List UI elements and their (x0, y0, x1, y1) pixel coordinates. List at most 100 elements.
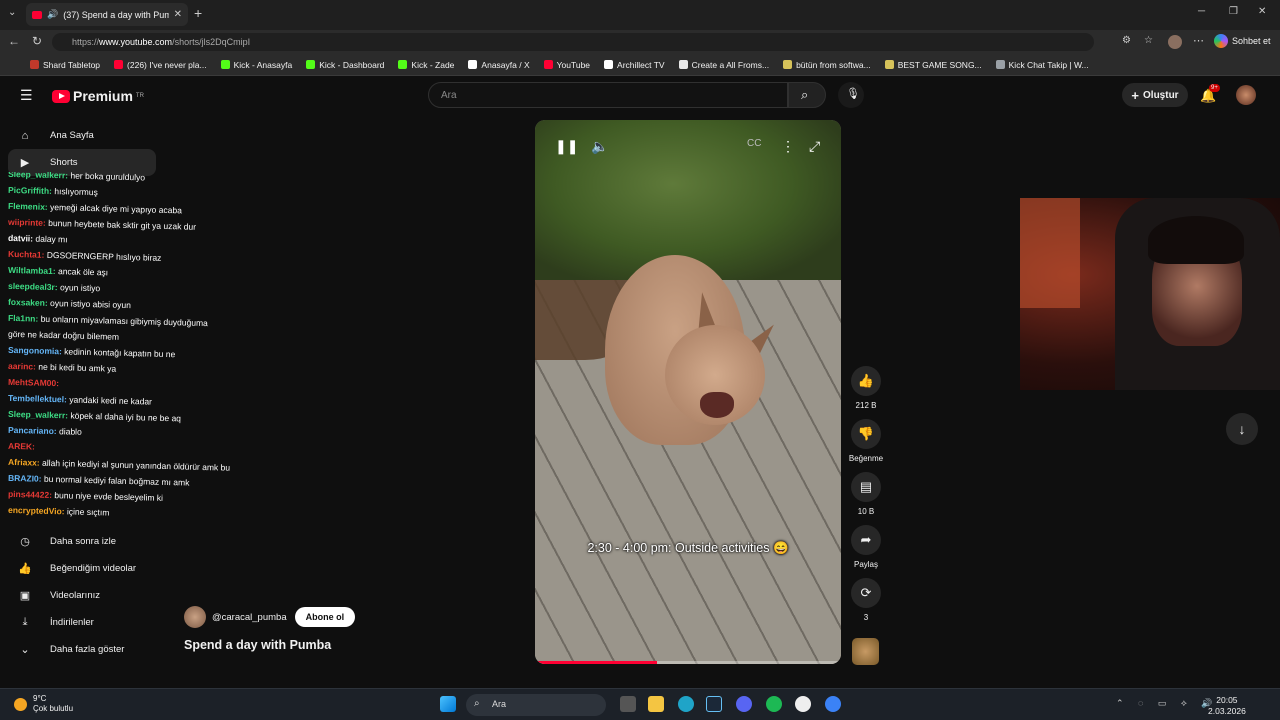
subscribe-button[interactable]: Abone ol (294, 607, 356, 627)
channel-name[interactable]: @caracal_pumba (212, 612, 287, 623)
bookmark-label: Create a All Froms... (691, 59, 770, 70)
chat-username: Sangonomia: (8, 344, 63, 357)
next-video-button[interactable]: ↓ (1226, 413, 1258, 445)
hamburger-menu-icon[interactable]: ☰ (20, 87, 33, 104)
tray-icons[interactable]: ⌃ ◌ ▭ ⟡ 🔊 (1116, 698, 1219, 709)
comments-action[interactable]: ▤ 10 B (846, 472, 886, 516)
weather-widget[interactable]: 9°C Çok bulutlu (14, 694, 73, 714)
video-progress-bar[interactable] (535, 661, 841, 664)
youtube-logo[interactable]: Premium TR (52, 88, 144, 104)
search-button[interactable]: ⌕ (788, 82, 826, 108)
bookmark-item[interactable]: Kick - Zade (398, 60, 454, 70)
profile-avatar[interactable] (1168, 35, 1182, 49)
remix-action[interactable]: ⟳ 3 (846, 578, 886, 622)
chat-message: göre ne kadar doğru bilemem (8, 329, 248, 346)
caracal-mouth (700, 392, 734, 418)
close-window-icon[interactable]: ✕ (1258, 6, 1266, 17)
pause-icon[interactable]: ❚❚ (555, 138, 578, 155)
fullscreen-icon[interactable]: ⤢ (809, 138, 820, 155)
steam-icon[interactable] (706, 696, 722, 712)
maximize-icon[interactable]: ❐ (1229, 6, 1238, 17)
browser-tab-active[interactable]: 🔊 (37) Spend a day with Pumba ✕ (26, 3, 188, 26)
copilot-button[interactable]: Sohbet et (1214, 34, 1271, 48)
chat-username: Sleep_walkerr: (8, 408, 69, 421)
new-tab-icon[interactable]: + (194, 5, 202, 21)
back-icon[interactable]: ← (8, 34, 20, 48)
sidebar-item-liked[interactable]: 👍 Beğendiğim videolar (8, 555, 156, 582)
dislike-action[interactable]: 👎 Beğenme (846, 419, 886, 463)
bookmark-item[interactable]: Kick Chat Takip | W... (995, 60, 1089, 70)
chat-message: encryptedVio: içine sıçtım (8, 505, 248, 522)
chat-text: bu onların miyavlaması gibiymiş duyduğum… (40, 313, 208, 329)
arrow-down-icon: ↓ (1238, 421, 1246, 437)
bookmark-item[interactable]: BEST GAME SONG... (884, 60, 982, 70)
chat-username: Pancariano: (8, 424, 57, 437)
extensions-icon[interactable]: ⚙ (1122, 35, 1131, 46)
like-action[interactable]: 👍 212 B (846, 366, 886, 410)
chat-text: içine sıçtım (66, 506, 110, 518)
chat-text: bunun heybete bak sktir git ya uzak dur (48, 217, 197, 232)
chat-username: sleepdeal3r: (8, 280, 58, 293)
notifications-button[interactable]: 🔔 9+ (1200, 84, 1220, 105)
bookmark-item[interactable]: YouTube (543, 60, 590, 70)
bookmark-item[interactable]: Archillect TV (604, 60, 665, 70)
close-tab-icon[interactable]: ✕ (174, 9, 182, 20)
tab-title: (37) Spend a day with Pumba (63, 9, 169, 20)
speaker-icon[interactable]: 🔊 (47, 9, 58, 20)
tab-actions-icon[interactable]: ⌄ (8, 7, 16, 18)
more-options-icon[interactable]: ⋮ (781, 138, 795, 155)
minimize-icon[interactable]: ─ (1198, 6, 1205, 17)
account-avatar[interactable] (1236, 85, 1256, 105)
chat-text: yandaki kedi ne kadar (69, 394, 153, 407)
sidebar-item-show-more[interactable]: ⌄ Daha fazla göster (8, 636, 156, 663)
task-view-icon[interactable] (620, 696, 636, 712)
voice-search-button[interactable]: 🎙 (838, 82, 864, 108)
spotify-icon[interactable] (766, 696, 782, 712)
bookmark-item[interactable]: Kick - Dashboard (306, 60, 384, 70)
start-icon[interactable] (440, 696, 456, 712)
bookmark-item[interactable]: Kick - Anasayfa (220, 60, 292, 70)
system-clock[interactable]: 20:05 2.03.2026 (1208, 695, 1246, 717)
sidebar-item-label: Daha fazla göster (50, 644, 125, 655)
url-field[interactable]: https://www.youtube.com/shorts/jls2DqCmi… (52, 33, 1094, 51)
share-icon: ➦ (851, 525, 881, 555)
sidebar-item-watch-later[interactable]: ◷ Daha sonra izle (8, 528, 156, 555)
share-action[interactable]: ➦ Paylaş (846, 525, 886, 569)
unreal-icon[interactable] (795, 696, 811, 712)
bookmark-favicon-icon (220, 60, 230, 69)
volume-icon[interactable]: 🔈 (591, 138, 608, 155)
bookmark-item[interactable]: bütün from softwa... (783, 60, 871, 70)
chat-text: bu normal kediyi falan boğmaz mı amk (43, 473, 190, 488)
chat-message: PicGriffith: hıslıyormuş (8, 185, 248, 202)
file-explorer-icon[interactable] (648, 696, 664, 712)
copilot-icon (1214, 34, 1228, 48)
edge-icon[interactable] (678, 696, 694, 712)
bookmark-item[interactable]: Shard Tabletop (30, 60, 100, 70)
menu-dots-icon[interactable]: ⋯ (1193, 34, 1204, 47)
bookmark-item[interactable]: Create a All Froms... (678, 59, 770, 70)
create-button[interactable]: + Oluştur (1122, 83, 1188, 107)
discord-icon[interactable] (736, 696, 752, 712)
chat-username: Flemenix: (8, 200, 48, 212)
sound-thumbnail[interactable] (852, 638, 879, 665)
chat-username: AREK: (8, 440, 36, 452)
bookmark-label: Shard Tabletop (43, 59, 101, 70)
sidebar-item-downloads[interactable]: ⤓ İndirilenler (8, 609, 156, 636)
sidebar-item-your-videos[interactable]: ▣ Videolarınız (8, 582, 156, 609)
reload-icon[interactable]: ↻ (32, 34, 42, 48)
shorts-video-player[interactable]: ❚❚ 🔈 CC ⋮ ⤢ 2:30 - 4:00 pm: Outside acti… (535, 120, 841, 664)
logo-text: Premium (73, 88, 133, 104)
bookmark-item[interactable]: Anasayfa / X (468, 60, 530, 70)
channel-avatar[interactable] (184, 606, 206, 628)
favorites-icon[interactable]: ☆ (1144, 35, 1153, 46)
taskbar-search[interactable]: ⌕ Ara (466, 694, 606, 716)
bookmark-favicon-icon (604, 60, 614, 69)
captions-icon[interactable]: CC (747, 138, 761, 149)
chat-text: oyun istiyo abisi oyun (49, 297, 132, 311)
bookmark-item[interactable]: (226) I've never pla... (114, 60, 207, 70)
search-input[interactable]: Ara (428, 82, 788, 108)
chat-text: ancak öle aşı (57, 266, 109, 278)
app-icon[interactable] (825, 696, 841, 712)
bookmark-favicon-icon (678, 60, 688, 69)
sidebar-item-home[interactable]: ⌂ Ana Sayfa (8, 122, 156, 149)
